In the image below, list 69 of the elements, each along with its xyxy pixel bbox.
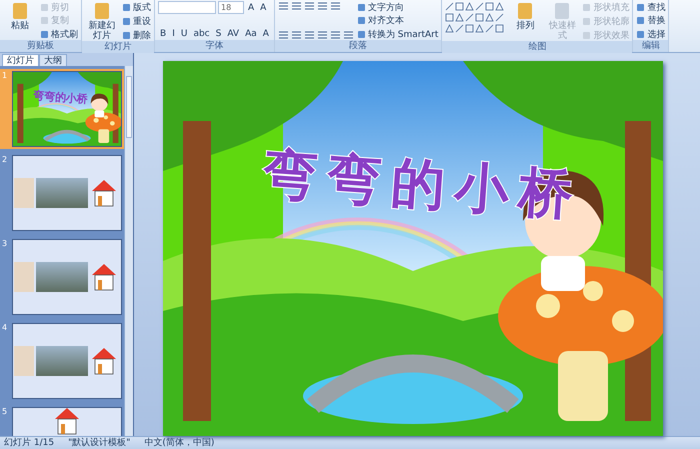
- slide-thumbnail[interactable]: [12, 407, 122, 436]
- list-icon[interactable]: [330, 1, 341, 11]
- slide-number: 5: [2, 407, 8, 418]
- align-icon[interactable]: [330, 30, 341, 40]
- slide-number: 2: [2, 155, 8, 166]
- slide-indicator: 幻灯片 1/15: [4, 437, 54, 449]
- ribbon-button[interactable]: 格式刷: [40, 28, 78, 40]
- ribbon-button[interactable]: 新建幻灯片: [85, 1, 119, 41]
- list-icon[interactable]: [316, 1, 328, 11]
- ribbon-button[interactable]: 选择: [636, 28, 666, 40]
- align-icon[interactable]: [290, 30, 302, 40]
- shapes-gallery-icon[interactable]: [445, 1, 506, 35]
- slide-title: 弯弯的小桥: [260, 140, 586, 230]
- font-size-field[interactable]: 18: [218, 1, 244, 14]
- align-icon[interactable]: [304, 30, 315, 40]
- ribbon-button[interactable]: 删除: [122, 29, 151, 41]
- ribbon-button[interactable]: 粘贴: [3, 1, 37, 31]
- list-icon[interactable]: [290, 1, 302, 11]
- ribbon-button[interactable]: 重设: [122, 15, 151, 27]
- font-button[interactable]: A: [260, 28, 271, 40]
- font-button[interactable]: B: [158, 28, 168, 40]
- font-name-field[interactable]: [158, 1, 216, 14]
- ribbon-button[interactable]: 对齐文本: [356, 14, 438, 26]
- list-icon[interactable]: [304, 1, 315, 11]
- group-label: 绘图: [442, 41, 632, 53]
- house-drawing: [90, 178, 118, 208]
- ribbon-button[interactable]: 转换为 SmartArt: [356, 28, 438, 40]
- align-icon[interactable]: [316, 30, 328, 40]
- font-button[interactable]: AV: [225, 28, 242, 40]
- font-button[interactable]: abc: [191, 28, 212, 40]
- photo-placeholder: [36, 178, 88, 208]
- align-icon[interactable]: [278, 30, 289, 40]
- photo-placeholder: [36, 262, 88, 292]
- group-label: 剪贴板: [0, 40, 81, 52]
- house-drawing: [90, 346, 118, 376]
- slide-number: 4: [2, 323, 8, 334]
- photo-placeholder: [14, 178, 34, 208]
- align-icon[interactable]: [342, 30, 354, 40]
- slide-number: 1: [2, 71, 8, 82]
- ribbon-button[interactable]: 文字方向: [356, 1, 438, 13]
- slide-thumbnail[interactable]: [12, 155, 122, 231]
- thumbnail-title: 弯弯的小桥: [32, 88, 88, 107]
- group-label: 幻灯片: [82, 41, 154, 53]
- group-label: 编辑: [633, 40, 668, 52]
- group-label: 字体: [155, 40, 274, 52]
- slide-thumbnail[interactable]: [12, 239, 122, 315]
- ribbon-button[interactable]: 查找: [636, 1, 666, 13]
- language-indicator: 中文(简体，中国): [144, 437, 214, 449]
- photo-placeholder: [14, 346, 34, 376]
- house-drawing: [90, 262, 118, 292]
- house-drawing: [53, 408, 81, 436]
- photo-placeholder: [14, 262, 34, 292]
- list-icon[interactable]: [278, 1, 289, 11]
- ribbon-button[interactable]: 版式: [122, 1, 151, 13]
- font-button[interactable]: A: [258, 2, 268, 14]
- ribbon-button[interactable]: 排列: [508, 1, 542, 31]
- font-button[interactable]: Aa: [243, 28, 259, 40]
- panel-tab[interactable]: 大纲: [39, 54, 67, 66]
- panel-tab[interactable]: 幻灯片: [2, 54, 39, 66]
- theme-name: "默认设计模板": [68, 437, 130, 449]
- font-button[interactable]: S: [214, 28, 224, 40]
- font-button[interactable]: A: [246, 2, 256, 14]
- slide-number: 3: [2, 239, 8, 250]
- font-button[interactable]: I: [170, 28, 177, 40]
- ribbon-button[interactable]: 替换: [636, 14, 666, 26]
- photo-placeholder: [36, 346, 88, 376]
- group-label: 段落: [274, 40, 442, 52]
- slide-thumbnail[interactable]: [12, 323, 122, 399]
- font-button[interactable]: U: [178, 28, 190, 40]
